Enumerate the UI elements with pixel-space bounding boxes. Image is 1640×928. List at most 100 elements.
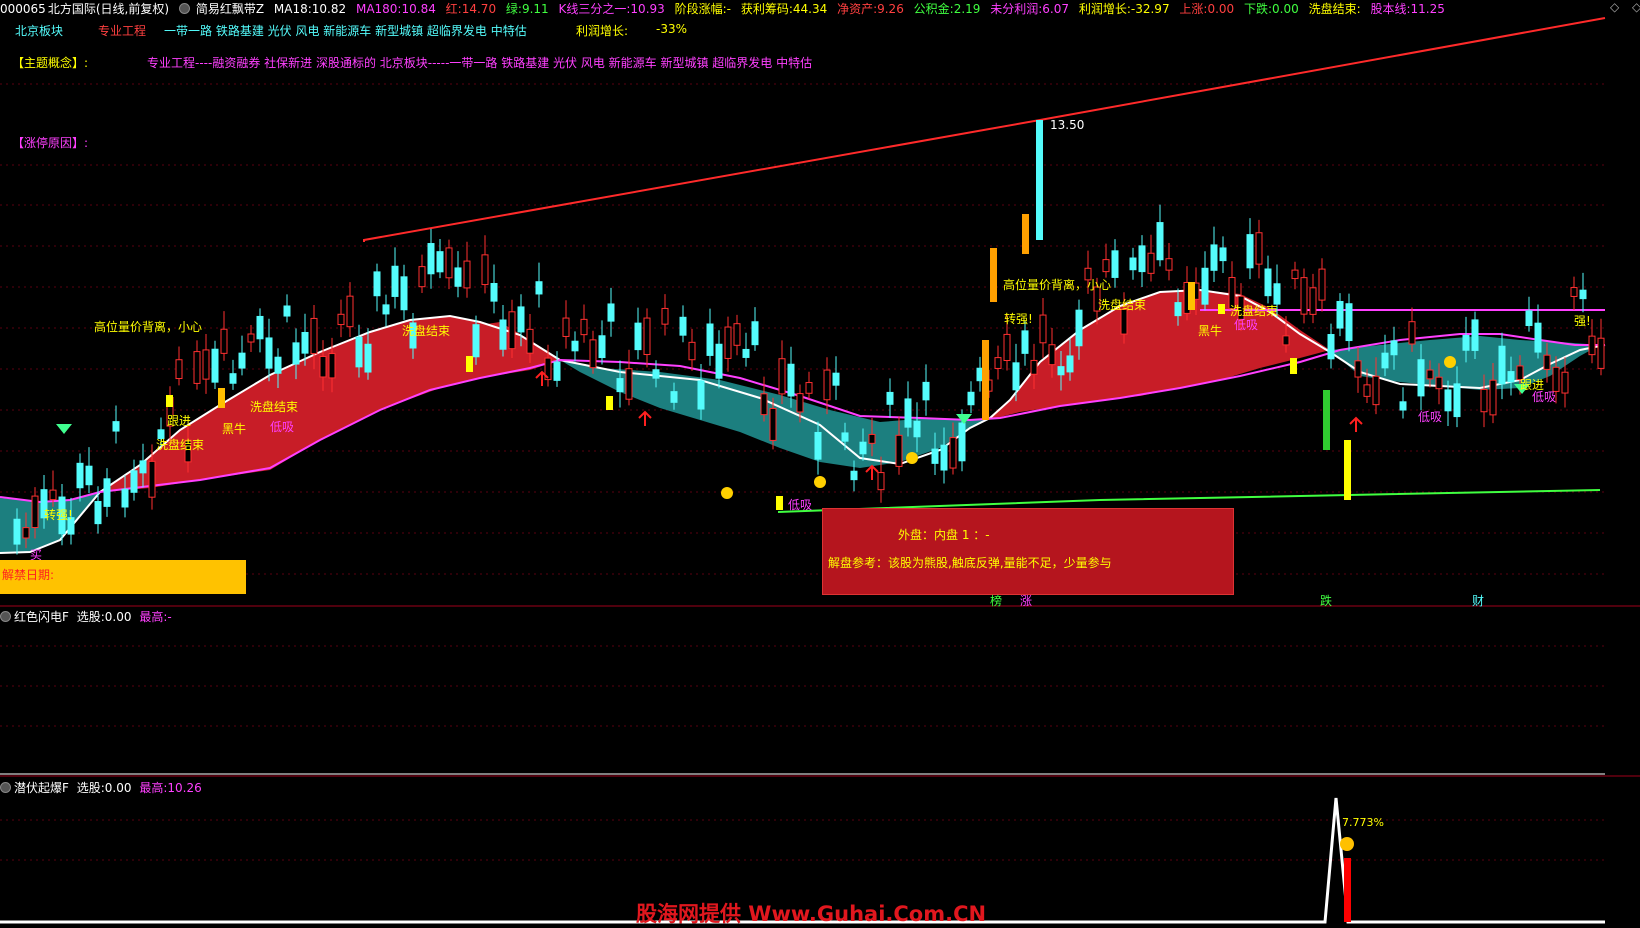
panel3-sel-label: 选股: (76, 781, 105, 795)
candle-body (805, 382, 813, 394)
money-bag-icon (906, 452, 918, 464)
candle-body (958, 422, 966, 462)
candle-body (1030, 359, 1038, 375)
signal-low-buy: 低吸 (270, 420, 295, 434)
settings-icon[interactable] (0, 782, 11, 793)
stage-label: 阶段涨幅: (674, 2, 727, 16)
wash-label: 洗盘结束: (1308, 2, 1361, 16)
candle-body (400, 276, 408, 311)
signal-turn-strong: 转强! (44, 508, 73, 522)
candle-body (1471, 319, 1479, 351)
candle-body (589, 339, 597, 369)
candle-body (841, 432, 849, 442)
growth-value: -33% (656, 22, 688, 36)
candle-body (1345, 303, 1353, 342)
ma180-value: 10.84 (401, 2, 436, 16)
signal-high-divergence-2: 高位量价背离，小心 (1003, 278, 1112, 292)
red-arrow-icon (1349, 416, 1363, 432)
candle-body (787, 363, 795, 397)
panel3-name[interactable]: 潜伏起爆F (14, 781, 69, 795)
candle-body (1399, 401, 1407, 411)
smiley-icon (1340, 837, 1354, 851)
candle-body (391, 265, 399, 297)
signal-black-bull: 黑牛 (222, 422, 247, 436)
settings-icon[interactable] (0, 611, 11, 622)
candle-body (904, 398, 912, 428)
candle-body (1165, 258, 1173, 271)
fund-value: 2.19 (953, 2, 981, 16)
panel-toggle-icon[interactable]: ◇ (1610, 0, 1619, 14)
kline-chart[interactable] (0, 0, 1640, 928)
candle-body (1453, 383, 1461, 418)
candle-body-highlight (1323, 390, 1330, 450)
down-value: 0.00 (1272, 2, 1299, 16)
stage-value: - (726, 2, 731, 16)
candle-body (814, 431, 822, 460)
red-arrow-icon (865, 464, 879, 480)
candle-body (31, 495, 39, 529)
candle-body (526, 328, 534, 354)
candle-body (1300, 277, 1308, 315)
candle-body (382, 304, 390, 315)
candle-body (49, 489, 57, 501)
candle-body (1264, 268, 1272, 297)
candle-body (94, 501, 102, 525)
spike-bar (1344, 858, 1351, 922)
candle-body (643, 317, 651, 356)
panel2-name[interactable]: 红色闪电F (14, 610, 69, 624)
candle-body (1525, 310, 1533, 327)
candle-body (1579, 289, 1587, 300)
candle-body-highlight (1188, 282, 1195, 310)
close-icon[interactable]: ◇ (1632, 0, 1640, 14)
trendline-red (363, 17, 1606, 242)
candle-body (616, 378, 624, 393)
candle-body (364, 343, 372, 373)
diamond-icon (56, 424, 72, 434)
candle-body (472, 324, 480, 358)
indicator-name[interactable]: 简易红飘带Z (196, 2, 264, 16)
candle-body (517, 306, 525, 333)
candle-body (310, 317, 318, 355)
candle-body (895, 434, 903, 467)
red-arrow-icon (638, 410, 652, 426)
chart-mode[interactable]: (日线,前复权) (96, 2, 169, 16)
candle-body (580, 318, 588, 336)
candle-body (661, 307, 669, 325)
candle-body-highlight (1036, 120, 1043, 240)
candle-body (1498, 345, 1506, 385)
candle-body (598, 335, 606, 359)
stock-code: 000065 (0, 2, 46, 16)
k3-label: K线三分之一: (558, 2, 631, 16)
candle-body (967, 391, 975, 406)
candle-body-highlight (606, 396, 613, 410)
candle-body (769, 407, 777, 441)
candle-body (1570, 287, 1578, 297)
candle-body (697, 380, 705, 410)
candle-body (1210, 244, 1218, 271)
ma18-value: 10.82 (311, 2, 347, 16)
candle-body (652, 369, 660, 379)
candle-body (931, 448, 939, 464)
candle-body-highlight (166, 395, 173, 407)
candle-body (229, 373, 237, 384)
undist-label: 未分利润: (990, 2, 1043, 16)
candle-body (1246, 234, 1254, 269)
k3-value: 10.93 (630, 2, 665, 16)
settings-icon[interactable] (178, 3, 190, 14)
theme-text: 专业工程----融资融券 社保新进 深股通标的 北京板块-----一带一路 铁路… (147, 56, 813, 70)
candle-body (1426, 369, 1434, 380)
candle-body (274, 356, 282, 374)
candle-body (175, 359, 183, 380)
candle-body-highlight (1022, 214, 1029, 254)
candle-body (427, 243, 435, 275)
candle-body (1597, 337, 1605, 369)
pgrowth-value: -32.97 (1130, 2, 1170, 16)
panel3-header: 潜伏起爆F 选股:0.00 最高:10.26 (0, 779, 202, 796)
peak-price-label: 13.50 (1050, 118, 1085, 132)
info-line-1: 外盘：内盘 1 ：- (898, 528, 990, 542)
candle-body (148, 460, 156, 498)
candle-body (193, 351, 201, 384)
candle-body (1219, 247, 1227, 262)
panel2-sel-value: 0.00 (104, 610, 132, 624)
candle-body (823, 369, 831, 401)
